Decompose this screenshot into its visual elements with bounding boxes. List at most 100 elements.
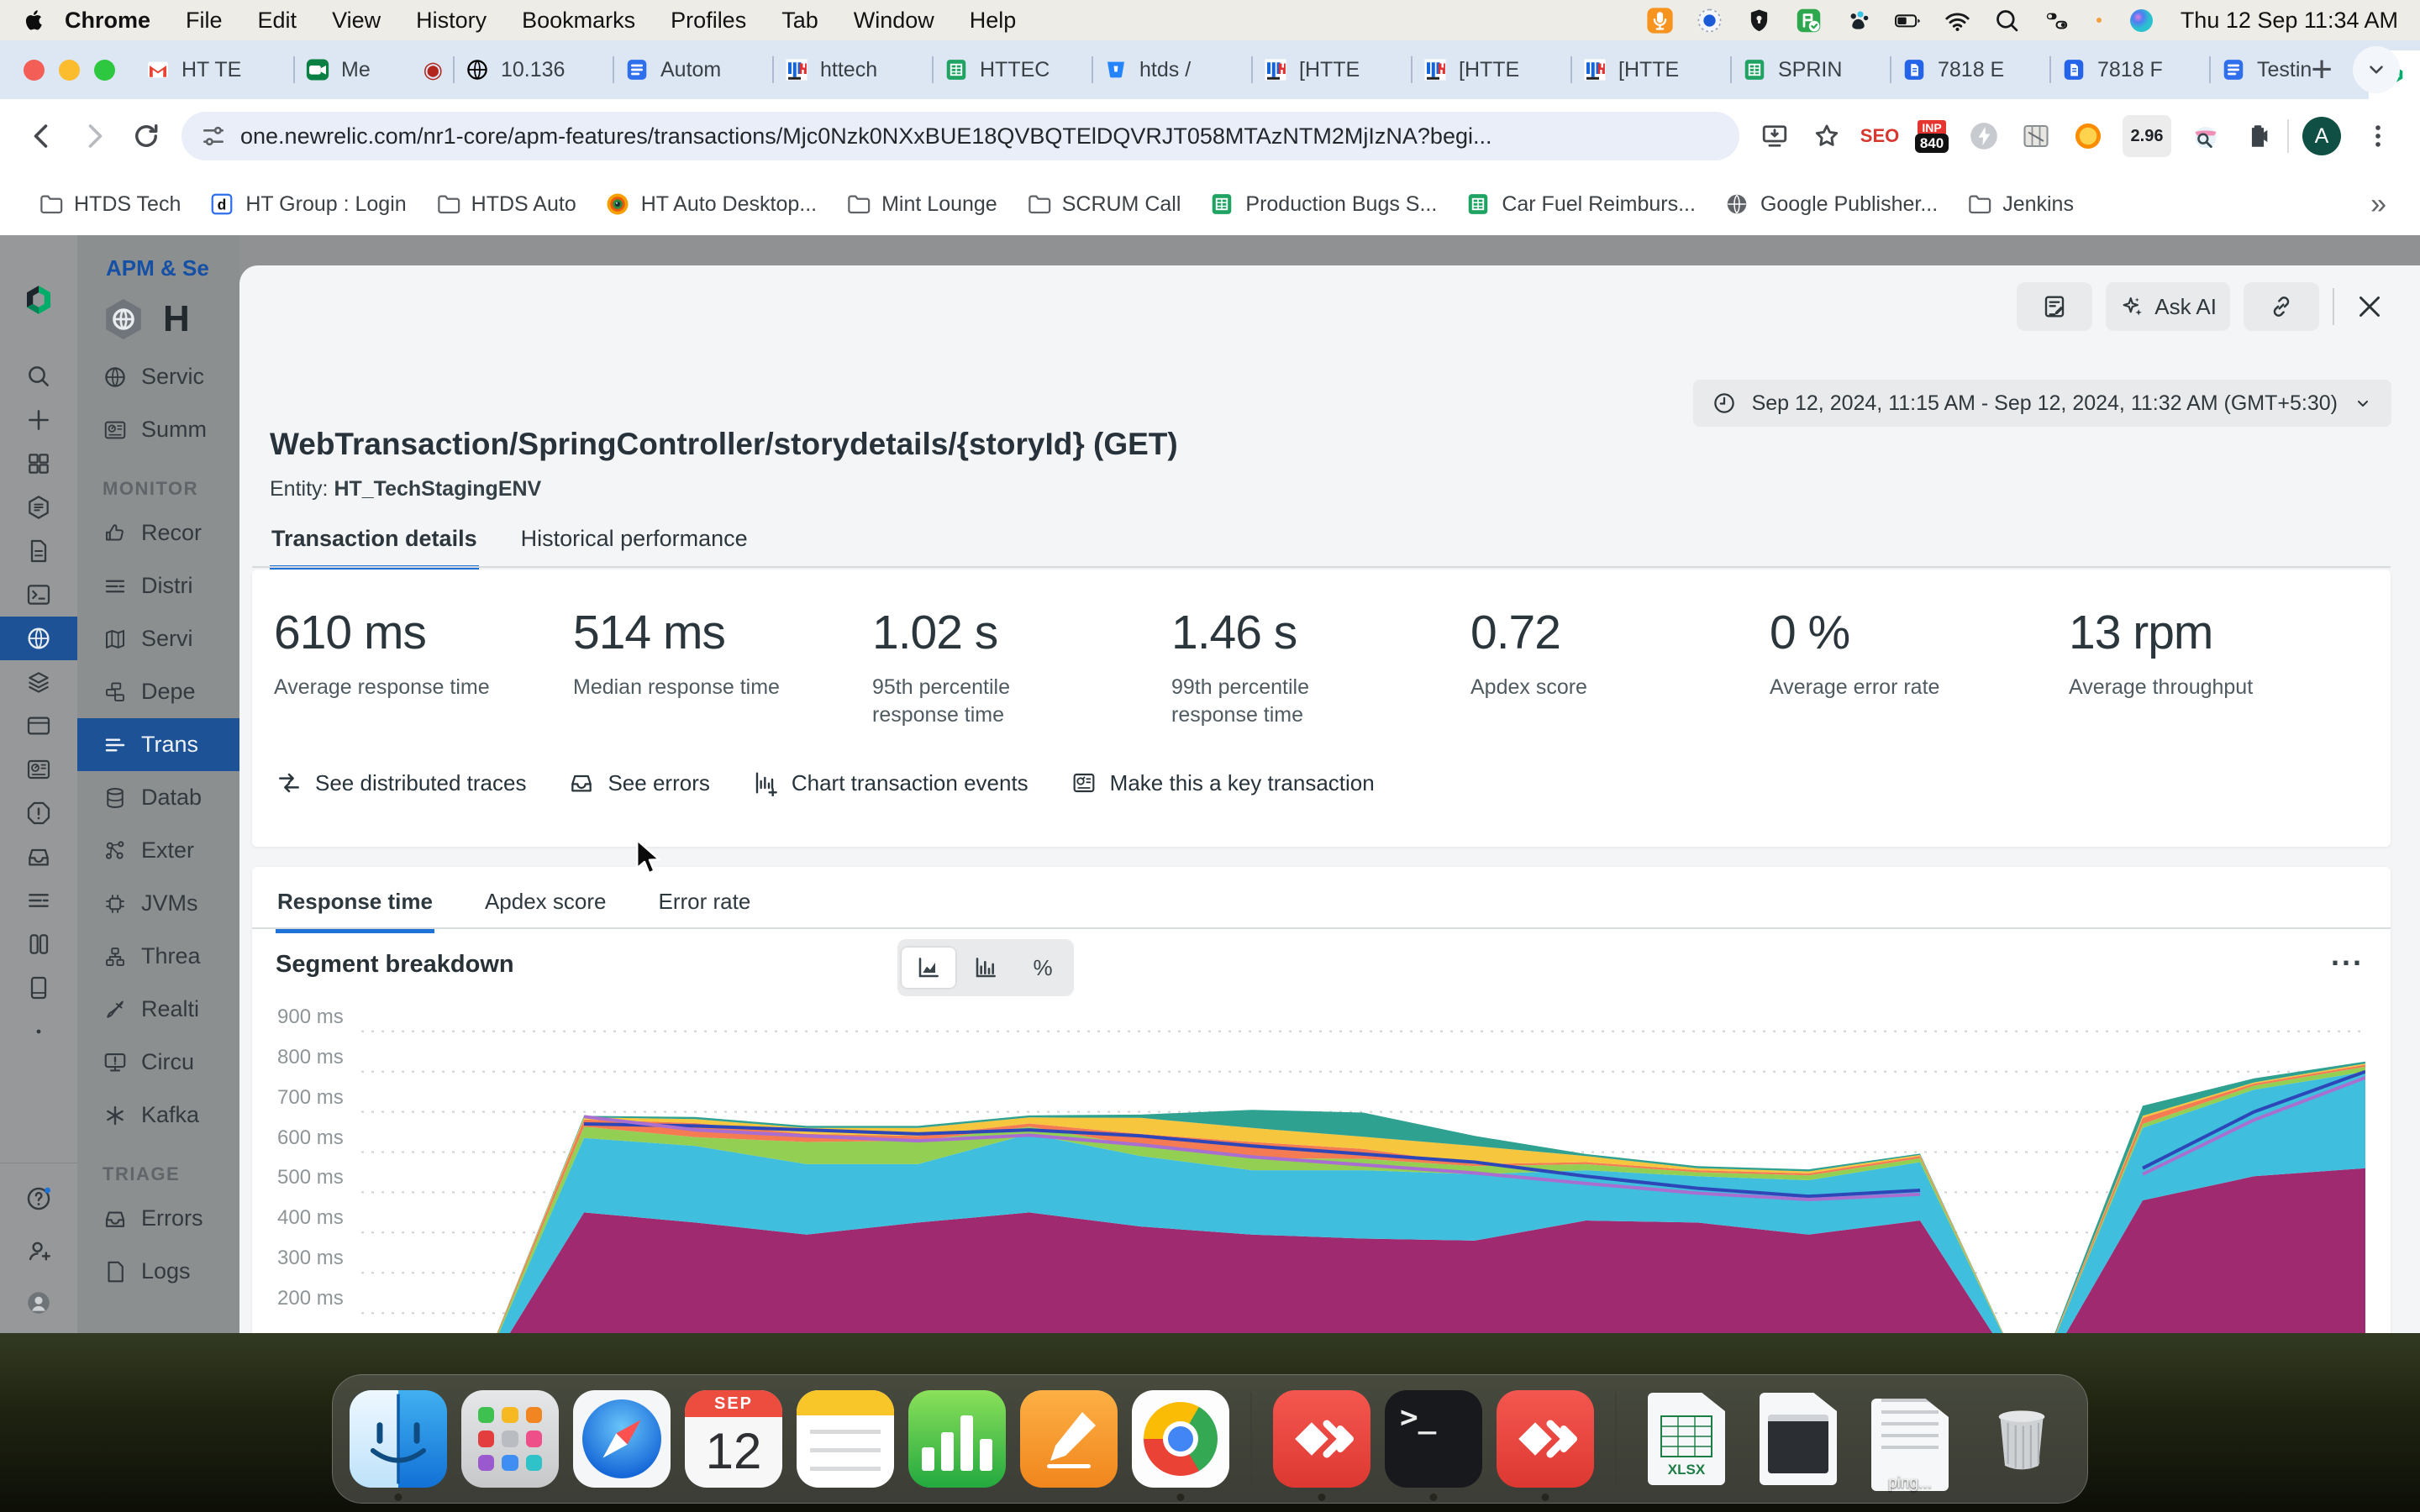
menu-chrome[interactable]: Chrome: [47, 8, 168, 33]
bookmarks-overflow-chevron[interactable]: »: [2360, 188, 2396, 221]
inp-extension-icon[interactable]: INP 840: [1914, 118, 1949, 154]
bookmark-ht-group-login[interactable]: dHT Group : Login: [195, 192, 420, 217]
sidebar-item-trans[interactable]: Trans: [77, 718, 239, 771]
ht-badge-icon[interactable]: [1696, 7, 1723, 34]
url-text[interactable]: one.newrelic.com/nr1-core/apm-features/t…: [240, 123, 1491, 150]
browser-tab-1[interactable]: HT TE: [135, 40, 293, 99]
chart-tab-apdex-score[interactable]: Apdex score: [483, 879, 608, 933]
percent-toggle[interactable]: %: [1016, 948, 1070, 988]
rail-window[interactable]: [0, 704, 77, 748]
menu-edit[interactable]: Edit: [240, 8, 315, 33]
install-app-icon[interactable]: [1751, 113, 1798, 160]
browser-tab-6[interactable]: HTTEC: [934, 40, 1092, 99]
sidebar-header[interactable]: APM & Se: [77, 235, 239, 281]
sidebar-item-servi[interactable]: Servi: [77, 612, 239, 665]
dock-red-app[interactable]: [1273, 1390, 1370, 1488]
browser-tab-10[interactable]: [HTTE: [1572, 40, 1730, 99]
action-see-errors[interactable]: See errors: [568, 769, 709, 796]
rail-hex-list[interactable]: [0, 486, 77, 529]
privacy-shield-icon[interactable]: [1745, 7, 1773, 34]
rail-columns[interactable]: [0, 922, 77, 966]
chart-tab-response-time[interactable]: Response time: [276, 879, 434, 933]
close-panel-icon[interactable]: [2348, 291, 2391, 322]
browser-tab-4[interactable]: Autom: [614, 40, 772, 99]
bar-chart-toggle[interactable]: [959, 948, 1013, 988]
sidebar-item-recor[interactable]: Recor: [77, 507, 239, 559]
bookmark-htds-tech[interactable]: HTDS Tech: [24, 192, 195, 217]
dock-file-screenshot[interactable]: [1749, 1390, 1847, 1488]
dock-file-xlsx[interactable]: XLSX: [1638, 1390, 1735, 1488]
sidebar-item-realti[interactable]: Realti: [77, 983, 239, 1036]
action-make-this-a-key-transaction[interactable]: Make this a key transaction: [1071, 769, 1375, 796]
record-dot-icon[interactable]: [2092, 13, 2106, 27]
bookmark-jenkins[interactable]: Jenkins: [1952, 192, 2088, 217]
rail-terminal[interactable]: [0, 573, 77, 617]
action-see-distributed-traces[interactable]: See distributed traces: [276, 769, 526, 796]
menu-history[interactable]: History: [398, 8, 504, 33]
rail-globe[interactable]: [0, 617, 77, 660]
sidebar-item-datab[interactable]: Datab: [77, 771, 239, 824]
menu-window[interactable]: Window: [836, 8, 952, 33]
dock-file-doc[interactable]: ping...: [1861, 1390, 1959, 1488]
dock-trash[interactable]: [1973, 1390, 2070, 1488]
browser-tab-8[interactable]: [HTTE: [1253, 40, 1411, 99]
rail-gauge[interactable]: [0, 748, 77, 791]
menu-profiles[interactable]: Profiles: [653, 8, 764, 33]
reload-button[interactable]: [123, 113, 170, 160]
dock-finder[interactable]: [350, 1390, 447, 1488]
wifi-icon[interactable]: [1944, 7, 1971, 34]
rail-avatar[interactable]: [0, 1284, 77, 1321]
sidebar-item-servic[interactable]: Servic: [77, 350, 239, 403]
chart-tab-error-rate[interactable]: Error rate: [656, 879, 752, 933]
bookmark-scrum-call[interactable]: SCRUM Call: [1012, 192, 1196, 217]
ask-ai-button[interactable]: Ask AI: [2106, 282, 2230, 331]
browser-tab-5[interactable]: httech: [774, 40, 932, 99]
sidebar-item-circu[interactable]: Circu: [77, 1036, 239, 1089]
chart-more-menu[interactable]: ...: [2331, 937, 2364, 973]
seo-extension-icon[interactable]: SEO: [1862, 118, 1897, 154]
segment-breakdown-chart[interactable]: [361, 1007, 2365, 1333]
copy-link-button[interactable]: [2244, 282, 2319, 331]
clipboard-extension-icon[interactable]: [2240, 118, 2275, 154]
menu-bar-clock[interactable]: Thu 12 Sep 11:34 AM: [2177, 8, 2398, 34]
rail-grid[interactable]: [0, 442, 77, 486]
dock-chrome[interactable]: [1132, 1390, 1229, 1488]
browser-tab-7[interactable]: htds /: [1093, 40, 1251, 99]
browser-tab-11[interactable]: SPRIN: [1732, 40, 1890, 99]
battery-icon[interactable]: [1894, 7, 1922, 34]
time-range-picker[interactable]: Sep 12, 2024, 11:15 AM - Sep 12, 2024, 1…: [1693, 380, 2391, 427]
dock-numbers[interactable]: [908, 1390, 1006, 1488]
sidebar-item-exter[interactable]: Exter: [77, 824, 239, 877]
bookmark-production-bugs-s-[interactable]: Production Bugs S...: [1195, 192, 1451, 217]
rail-user-add[interactable]: [0, 1232, 77, 1269]
sidebar-item-threa[interactable]: Threa: [77, 930, 239, 983]
newrelic-paw-icon[interactable]: [1844, 7, 1872, 34]
menu-view[interactable]: View: [314, 8, 398, 33]
close-window-button[interactable]: [24, 60, 45, 81]
bookmark-ht-auto-desktop-[interactable]: HT Auto Desktop...: [591, 192, 831, 217]
menu-file[interactable]: File: [168, 8, 240, 33]
bookmark-star-icon[interactable]: [1803, 113, 1850, 160]
bookmark-car-fuel-reimburs-[interactable]: Car Fuel Reimburs...: [1451, 192, 1710, 217]
menu-bookmarks[interactable]: Bookmarks: [504, 8, 653, 33]
sidebar-item-kafka[interactable]: Kafka: [77, 1089, 239, 1142]
browser-tab-13[interactable]: 7818 F: [2051, 40, 2209, 99]
chrome-menu-kebab-icon[interactable]: [2354, 113, 2402, 160]
bookmark-google-publisher-[interactable]: Google Publisher...: [1710, 192, 1952, 217]
dock-red-app-2[interactable]: [1497, 1390, 1594, 1488]
browser-tab-9[interactable]: [HTTE: [1413, 40, 1570, 99]
rail-help[interactable]: [0, 1180, 77, 1217]
minimize-window-button[interactable]: [59, 60, 80, 81]
bookmark-mint-lounge[interactable]: Mint Lounge: [831, 192, 1012, 217]
siri-icon[interactable]: [2128, 7, 2155, 34]
bookmark-htds-auto[interactable]: HTDS Auto: [421, 192, 591, 217]
measure-extension-icon[interactable]: 2.96: [2123, 115, 2171, 157]
forward-button[interactable]: [71, 113, 118, 160]
browser-tab-12[interactable]: 7818 E: [1891, 40, 2049, 99]
sidebar-item-errors[interactable]: Errors: [77, 1192, 239, 1245]
mic-icon[interactable]: [1646, 7, 1674, 34]
dock-pages[interactable]: [1020, 1390, 1118, 1488]
detective-extension-icon[interactable]: [2188, 118, 2223, 154]
dock-terminal[interactable]: >_: [1385, 1390, 1482, 1488]
tab-transaction-details[interactable]: Transaction details: [270, 521, 479, 570]
